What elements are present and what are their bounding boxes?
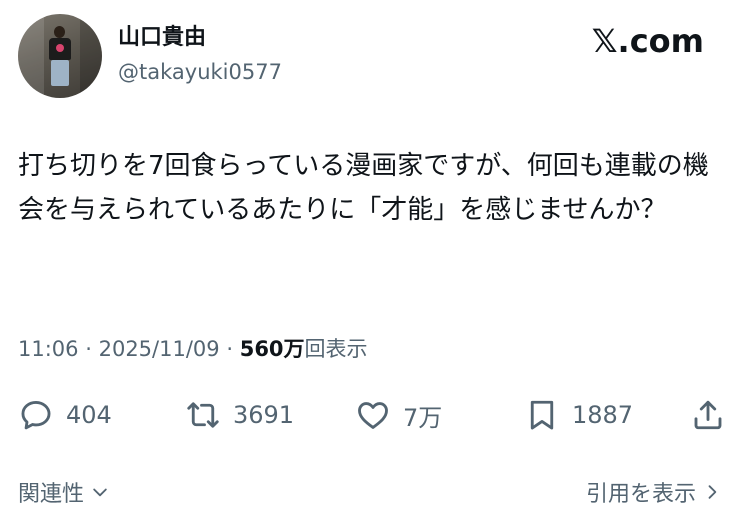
avatar[interactable] (18, 14, 102, 98)
tweet-text: 打ち切りを7回食らっている漫画家ですが、何回も連載の機会を与えられているあたりに… (18, 151, 709, 225)
repost-count: 3691 (233, 401, 295, 429)
meta-separator: · (226, 337, 234, 361)
repost-button[interactable]: 3691 (185, 393, 294, 437)
reply-button[interactable]: 404 (18, 393, 112, 437)
tweet-time[interactable]: 11:06 (18, 337, 79, 361)
tweet-meta: 11:06 · 2025/11/09 · 560万回表示 (18, 334, 368, 364)
avatar-background-shadow (80, 14, 102, 98)
like-button[interactable]: 7万 (355, 393, 442, 437)
avatar-figure-legs (51, 60, 69, 86)
chevron-right-icon (708, 485, 717, 499)
chevron-down-icon (93, 488, 107, 497)
views-label: 回表示 (304, 337, 368, 361)
avatar-background (18, 14, 44, 98)
author-handle[interactable]: @takayuki0577 (118, 58, 282, 86)
bookmark-count: 1887 (572, 401, 634, 429)
share-button[interactable] (690, 393, 726, 437)
reply-count: 404 (66, 401, 112, 429)
related-label: 関連性 (18, 482, 85, 507)
bookmark-button[interactable]: 1887 (524, 393, 633, 437)
quotes-label: 引用を表示 (585, 482, 696, 507)
like-count: 7万 (403, 403, 443, 432)
repost-icon (187, 402, 219, 428)
author-name[interactable]: 山口貴由 (118, 24, 206, 52)
x-logo: 𝕏.com (591, 22, 704, 60)
tweet-footer: 関連性 引用を表示 (0, 476, 750, 512)
action-bar: 404 3691 7万 1887 (0, 393, 750, 437)
meta-separator: · (85, 337, 92, 361)
like-icon (358, 402, 388, 429)
tweet-date[interactable]: 2025/11/09 (99, 337, 220, 361)
bookmark-icon (530, 400, 554, 430)
view-quotes-link[interactable]: 引用を表示 (586, 476, 722, 508)
avatar-figure-shirt-print (56, 44, 64, 52)
related-dropdown[interactable]: 関連性 (18, 476, 110, 508)
reply-icon (21, 400, 51, 430)
avatar-figure-head (54, 26, 65, 38)
views-count: 560万 (239, 337, 305, 361)
share-icon (694, 400, 722, 430)
